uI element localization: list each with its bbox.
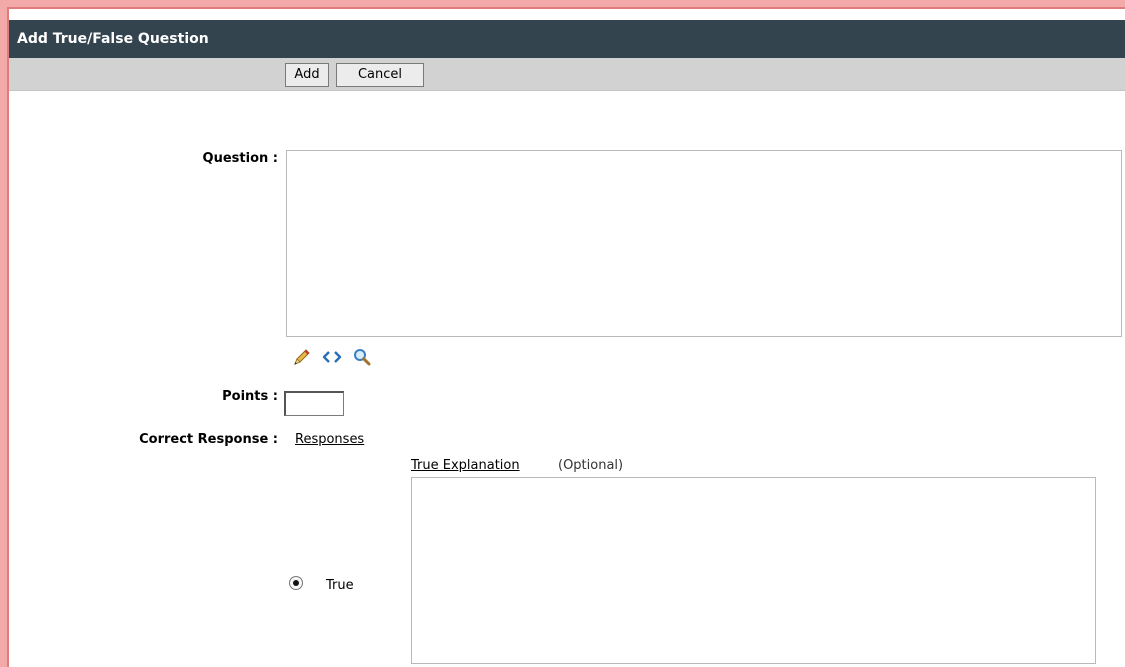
correct-response-label: Correct Response : <box>139 432 278 447</box>
true-explanation-link[interactable]: True Explanation <box>411 458 520 473</box>
cancel-button[interactable]: Cancel <box>336 63 424 87</box>
action-toolbar: Add Cancel <box>9 58 1125 91</box>
dialog-window: Add True/False Question Add Cancel Quest… <box>7 7 1125 667</box>
true-radio-label: True <box>326 578 354 593</box>
pencil-icon[interactable] <box>292 347 312 367</box>
top-strip <box>9 9 1125 20</box>
radio-selected-dot <box>293 580 299 586</box>
question-textarea[interactable] <box>286 150 1122 337</box>
add-button[interactable]: Add <box>285 63 329 87</box>
points-input[interactable] <box>284 391 344 416</box>
responses-link[interactable]: Responses <box>295 432 364 447</box>
code-icon[interactable] <box>322 347 342 367</box>
question-label: Question : <box>202 151 278 166</box>
points-label: Points : <box>222 389 278 404</box>
true-radio[interactable] <box>289 576 303 590</box>
magnifier-icon[interactable] <box>352 347 372 367</box>
optional-note: (Optional) <box>558 458 624 473</box>
dialog-title: Add True/False Question <box>9 20 1125 58</box>
true-explanation-textarea[interactable] <box>411 477 1096 664</box>
